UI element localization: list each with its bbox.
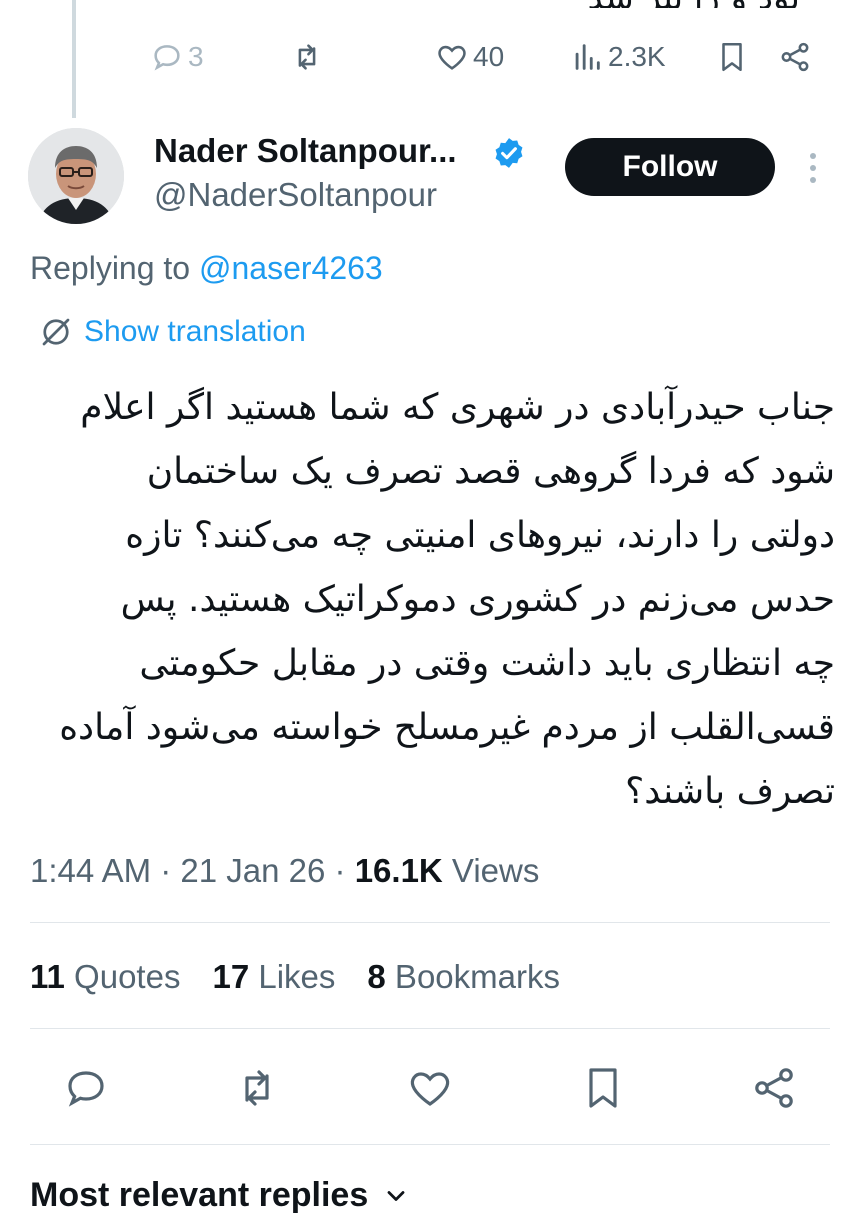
- divider: [30, 1028, 830, 1029]
- bookmarks-label: Bookmarks: [385, 958, 560, 995]
- divider: [30, 922, 830, 923]
- more-options-icon[interactable]: [798, 148, 828, 188]
- tweet-actions: [0, 1050, 857, 1130]
- replies-sort-dropdown[interactable]: Most relevant replies: [30, 1176, 410, 1215]
- quotes-stat[interactable]: 11 Quotes: [30, 958, 180, 996]
- tweet-line: جناب حیدرآبادی در شهری که شما هستید اگر …: [80, 387, 835, 428]
- tweet-line: چه انتظاری باید داشت وقتی در مقابل حکومت…: [139, 643, 835, 684]
- retweet-icon: [298, 44, 316, 70]
- show-translation-link[interactable]: Show translation: [38, 314, 306, 350]
- meta-separator: ·: [151, 852, 181, 889]
- tweet-line: قسی‌القلب از مردم غیرمسلح خواسته می‌شود …: [59, 707, 835, 748]
- heart-icon: [410, 1072, 450, 1106]
- replying-prefix: Replying to: [30, 250, 199, 286]
- chevron-down-icon: [387, 1190, 405, 1201]
- reply-count: 3: [188, 41, 204, 72]
- bookmark-button[interactable]: [715, 40, 749, 74]
- views-count: 2.3K: [608, 41, 666, 72]
- previous-tweet-actions: 3 40 2.3K: [130, 30, 830, 90]
- follow-button[interactable]: Follow: [565, 138, 775, 196]
- tweet-line: تصرف باشند؟: [625, 771, 835, 812]
- verified-badge-icon: [495, 138, 523, 168]
- tweet-date[interactable]: 21 Jan 26: [180, 852, 325, 889]
- divider: [30, 1144, 830, 1145]
- tweet-text: جناب حیدرآبادی در شهری که شما هستید اگر …: [30, 376, 835, 824]
- reply-icon: [68, 1071, 104, 1107]
- tweet-time[interactable]: 1:44 AM: [30, 852, 151, 889]
- author-handle[interactable]: @NaderSoltanpour: [154, 176, 437, 214]
- likes-label: Likes: [249, 958, 336, 995]
- thread-connector: [72, 0, 76, 118]
- quotes-count: 11: [30, 958, 65, 995]
- bookmarks-stat[interactable]: 8 Bookmarks: [367, 958, 560, 996]
- bookmark-icon: [589, 1068, 617, 1108]
- share-icon: [781, 42, 809, 72]
- meta-separator: ·: [325, 852, 355, 889]
- retweet-icon: [245, 1070, 269, 1106]
- analytics-icon: [575, 44, 600, 70]
- replies-sort-label: Most relevant replies: [30, 1176, 369, 1214]
- quotes-label: Quotes: [64, 958, 181, 995]
- likes-stat[interactable]: 17 Likes: [212, 958, 335, 996]
- avatar-photo: [28, 128, 124, 224]
- share-button[interactable]: [778, 40, 812, 74]
- likes-count: 17: [212, 958, 250, 995]
- show-translation-label: Show translation: [84, 315, 306, 348]
- tweet-stats: 11 Quotes 17 Likes 8 Bookmarks: [30, 958, 592, 996]
- bookmarks-count: 8: [367, 958, 386, 995]
- like-count: 40: [473, 41, 505, 72]
- share-icon: [755, 1068, 793, 1108]
- like-button[interactable]: 40: [435, 40, 504, 74]
- like-button[interactable]: [406, 1064, 454, 1112]
- views-button[interactable]: 2.3K: [570, 40, 666, 74]
- tweet-line: دولتی را دارند، نیروهای امنیتی چه می‌کنن…: [125, 515, 835, 556]
- author-name[interactable]: Nader Soltanpour...: [154, 132, 457, 170]
- translate-icon: [42, 318, 70, 346]
- tweet-meta: 1:44 AM · 21 Jan 26 · 16.1K Views: [30, 852, 539, 890]
- views-label: Views: [442, 852, 540, 889]
- bookmark-button[interactable]: [579, 1064, 627, 1112]
- retweet-button[interactable]: [290, 40, 324, 74]
- tweet-line: شود که فردا گروهی قصد تصرف یک ساختمان: [146, 451, 835, 492]
- retweet-button[interactable]: [233, 1064, 281, 1112]
- views-total: 16.1K: [354, 852, 443, 889]
- reply-icon: [154, 45, 180, 71]
- reply-button[interactable]: 3: [150, 40, 204, 74]
- previous-tweet-text: بود و را پیر شد: [500, 0, 801, 8]
- share-button[interactable]: [750, 1064, 798, 1112]
- heart-icon: [438, 45, 466, 70]
- tweet-line: حدس می‌زنم در کشوری دموکراتیک هستید. پس: [120, 579, 835, 620]
- replying-to: Replying to @naser4263: [30, 250, 383, 287]
- reply-mention-link[interactable]: @naser4263: [199, 250, 383, 286]
- reply-button[interactable]: [62, 1064, 110, 1112]
- bookmark-icon: [722, 42, 742, 72]
- avatar[interactable]: [28, 128, 124, 224]
